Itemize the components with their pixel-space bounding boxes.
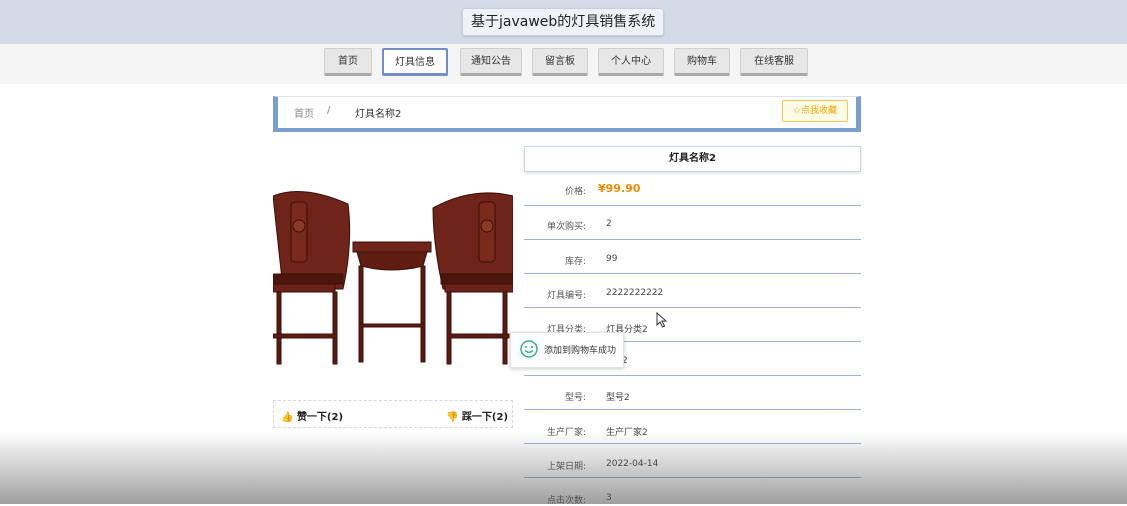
model-value: 型号2	[606, 393, 630, 403]
date-value: 2022-04-14	[606, 459, 659, 469]
product-image	[273, 191, 513, 365]
thumbs-down-icon: 👎	[446, 412, 459, 423]
smile-icon	[520, 340, 538, 358]
dislike-button[interactable]: 👎 踩一下(2)	[446, 408, 508, 423]
nav-lamp-info[interactable]: 灯具信息	[382, 48, 448, 76]
code-label: 灯具编号:	[546, 291, 586, 301]
stock-value: 99	[606, 254, 618, 264]
left-chair	[273, 191, 351, 365]
quantity-value: 2	[606, 219, 612, 229]
breadcrumb-home[interactable]: 首页	[294, 105, 314, 120]
right-chair	[432, 192, 513, 365]
model-label: 型号:	[564, 393, 586, 403]
favorite-button[interactable]: ☆点我收藏	[782, 100, 848, 122]
nav-cart[interactable]: 购物车	[674, 48, 730, 76]
stock-label: 库存:	[564, 257, 586, 267]
product-name: 灯具名称2	[524, 146, 861, 172]
price-label: 价格:	[564, 187, 586, 197]
code-value: 2222222222	[606, 288, 664, 298]
small-table	[352, 241, 432, 363]
nav-notices[interactable]: 通知公告	[460, 48, 522, 76]
clicks-label: 点击次数:	[546, 496, 586, 506]
nav-online-service[interactable]: 在线客服	[740, 48, 808, 76]
dislike-label: 踩一下(2)	[461, 412, 509, 423]
quantity-label: 单次购买:	[546, 222, 586, 232]
toast-notification: 添加到购物车成功	[510, 332, 624, 368]
manufacturer-label: 生产厂家:	[546, 428, 586, 438]
nav-personal-center[interactable]: 个人中心	[598, 48, 664, 76]
toast-message: 添加到购物车成功	[544, 346, 617, 356]
star-icon: ☆	[792, 106, 802, 116]
breadcrumb-separator: /	[327, 105, 331, 116]
thumbs-up-icon: 👍	[281, 412, 294, 423]
nav-home[interactable]: 首页	[324, 48, 372, 76]
manufacturer-value: 生产厂家2	[606, 428, 648, 438]
favorite-label: 点我收藏	[801, 106, 838, 116]
breadcrumb-current: 灯具名称2	[355, 109, 402, 120]
date-label: 上架日期:	[546, 462, 586, 472]
nav-message-board[interactable]: 留言板	[532, 48, 588, 76]
mouse-cursor-icon	[656, 312, 668, 328]
like-label: 赞一下(2)	[296, 412, 344, 423]
price-value: ¥99.90	[598, 182, 641, 195]
clicks-value: 3	[606, 493, 612, 503]
like-button[interactable]: 👍 赞一下(2)	[281, 408, 343, 423]
site-title: 基于javaweb的灯具销售系统	[462, 8, 665, 36]
